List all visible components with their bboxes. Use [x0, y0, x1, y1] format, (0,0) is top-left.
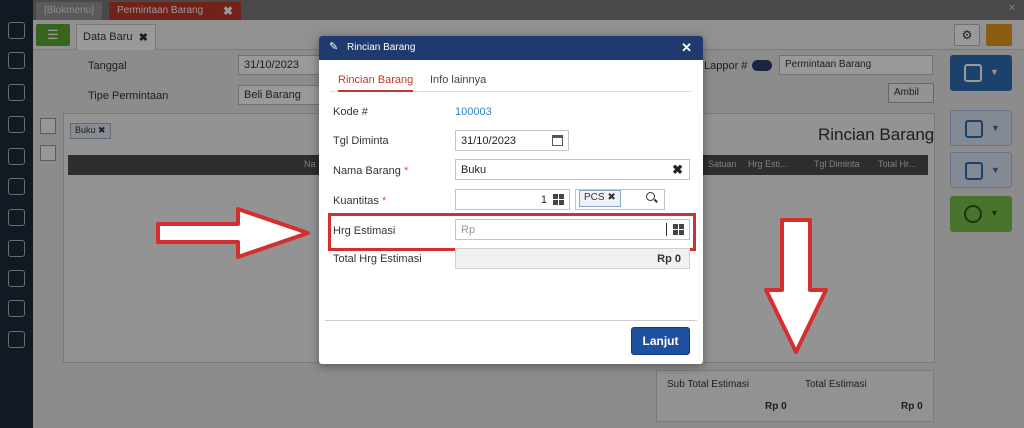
dialog-divider: [325, 320, 697, 321]
kode-value: 100003: [455, 106, 492, 118]
close-icon[interactable]: ✕: [681, 40, 692, 56]
total-hrg-estimasi-value: Rp 0: [657, 253, 681, 265]
nama-barang-field[interactable]: Buku ✖: [455, 159, 690, 180]
tab-info-lainnya[interactable]: Info lainnya: [430, 74, 486, 86]
total-hrg-estimasi-field: Rp 0: [455, 248, 690, 269]
currency-prefix: Rp: [461, 224, 476, 236]
tgl-diminta-field[interactable]: 31/10/2023: [455, 130, 569, 151]
calculator-icon[interactable]: [553, 194, 564, 205]
pencil-icon: ✎: [329, 41, 339, 53]
text-cursor: [666, 223, 667, 236]
kuantitas-field[interactable]: 1: [455, 189, 570, 210]
total-hrg-estimasi-label: Total Hrg Estimasi: [333, 253, 422, 265]
kode-label: Kode #: [333, 106, 368, 118]
search-icon[interactable]: [646, 192, 655, 201]
kuantitas-label: Kuantitas *: [333, 195, 387, 207]
annotation-arrow-down: [764, 218, 828, 354]
hrg-estimasi-field[interactable]: [455, 219, 690, 240]
tab-rincian-barang[interactable]: Rincian Barang: [338, 74, 414, 92]
dialog-title: Rincian Barang: [347, 42, 416, 53]
lanjut-button[interactable]: Lanjut: [631, 327, 690, 355]
nama-barang-value: Buku: [461, 164, 487, 176]
kuantitas-value: 1: [540, 194, 547, 206]
hrg-estimasi-label: Hrg Estimasi: [333, 225, 396, 237]
rincian-barang-dialog: ✎ Rincian Barang ✕ Rincian Barang Info l…: [319, 36, 703, 364]
calculator-icon[interactable]: [673, 224, 684, 235]
clear-icon[interactable]: ✖: [672, 162, 683, 178]
dialog-header: ✎ Rincian Barang ✕: [319, 36, 703, 60]
tgl-diminta-value: 31/10/2023: [461, 135, 517, 147]
dialog-tabs: Rincian Barang Info lainnya: [330, 70, 692, 92]
annotation-arrow-right: [156, 207, 310, 259]
calendar-icon[interactable]: [552, 135, 563, 146]
nama-barang-label: Nama Barang *: [333, 165, 409, 177]
unit-chip[interactable]: PCS ✖: [579, 190, 621, 207]
tgl-diminta-label: Tgl Diminta: [333, 135, 389, 147]
unit-value: PCS: [584, 192, 605, 203]
